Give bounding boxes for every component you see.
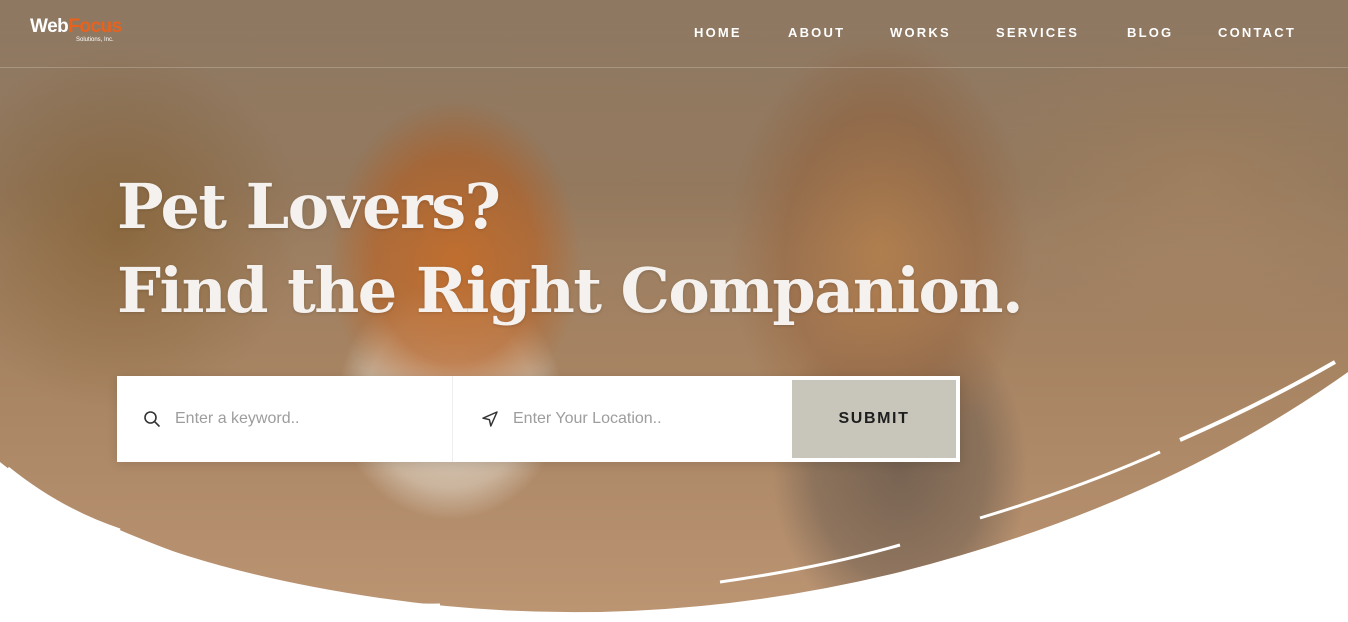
main-navigation: HOME ABOUT WORKS SERVICES BLOG CONTACT: [0, 25, 1348, 41]
search-icon: [144, 411, 160, 427]
keyword-input[interactable]: [175, 404, 435, 434]
nav-blog-link[interactable]: BLOG: [1127, 25, 1173, 40]
location-input[interactable]: [513, 404, 773, 434]
nav-about-link[interactable]: ABOUT: [788, 25, 845, 40]
nav-contact-link[interactable]: CONTACT: [1218, 25, 1296, 40]
search-form: SUBMIT: [117, 376, 960, 462]
headline-line-1: Pet Lovers?: [117, 170, 501, 243]
nav-works-link[interactable]: WORKS: [890, 25, 951, 40]
submit-button[interactable]: SUBMIT: [792, 380, 956, 458]
nav-home-link[interactable]: HOME: [694, 25, 742, 40]
keyword-field: [117, 376, 453, 462]
headline-line-2: Find the Right Companion.: [117, 254, 1024, 327]
nav-services-link[interactable]: SERVICES: [996, 25, 1079, 40]
hero-headline: Pet Lovers? Find the Right Companion.: [117, 165, 1024, 333]
location-arrow-icon: [482, 411, 498, 427]
site-header: WebFocus Solutions, Inc. HOME ABOUT WORK…: [0, 0, 1348, 68]
location-field: [453, 376, 793, 462]
